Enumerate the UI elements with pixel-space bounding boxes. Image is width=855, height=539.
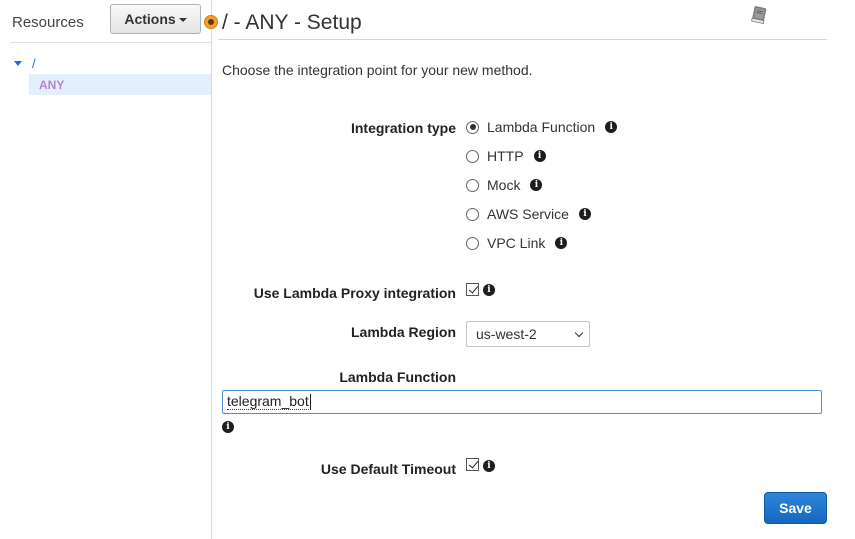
info-icon[interactable]: i (483, 460, 495, 472)
actions-dropdown-button[interactable]: Actions (110, 4, 201, 34)
radio-label: AWS Service (487, 206, 569, 222)
default-timeout-checkbox[interactable] (466, 458, 479, 471)
caret-down-icon (178, 18, 187, 22)
info-icon[interactable]: i (222, 421, 234, 433)
chevron-down-icon (574, 328, 584, 338)
save-button[interactable]: Save (764, 492, 827, 524)
info-icon[interactable]: i (555, 237, 568, 249)
info-icon[interactable]: i (533, 150, 546, 162)
lambda-proxy-label: Use Lambda Proxy integration (253, 285, 456, 301)
lambda-region-label: Lambda Region (350, 324, 456, 340)
lambda-function-label: Lambda Function (339, 369, 456, 385)
resource-root-label: / (32, 55, 36, 71)
resource-tree-root[interactable]: / (14, 54, 36, 72)
radio-button[interactable] (466, 207, 479, 221)
book-icon[interactable] (748, 4, 770, 26)
radio-button[interactable] (466, 149, 479, 163)
radio-mock[interactable]: Mock i (466, 176, 543, 194)
lambda-region-select[interactable]: us-west-2 (466, 321, 590, 347)
radio-button[interactable] (466, 178, 479, 192)
radio-lambda-function[interactable]: Lambda Function i (466, 118, 618, 136)
page-title: / - ANY - Setup (222, 11, 362, 34)
method-label: ANY (39, 77, 65, 92)
intro-text: Choose the integration point for your ne… (222, 62, 533, 78)
status-dot-icon (204, 15, 218, 29)
radio-button[interactable] (466, 120, 479, 134)
resources-sidebar: Resources Actions / ANY (0, 0, 212, 539)
radio-vpc-link[interactable]: VPC Link i (466, 234, 568, 252)
radio-http[interactable]: HTTP i (466, 147, 546, 165)
radio-label: Mock (487, 177, 521, 193)
integration-type-label: Integration type (350, 120, 456, 136)
actions-button-label: Actions (124, 11, 176, 27)
sidebar-title: Resources (12, 14, 84, 31)
info-icon[interactable]: i (530, 179, 543, 191)
info-icon[interactable]: i (578, 208, 591, 220)
text-cursor (309, 394, 311, 410)
default-timeout-label: Use Default Timeout (320, 461, 456, 477)
resource-method-any[interactable]: ANY (29, 74, 211, 95)
radio-aws-service[interactable]: AWS Service i (466, 205, 591, 223)
radio-label: Lambda Function (487, 119, 596, 135)
expand-triangle-icon[interactable] (14, 60, 22, 66)
title-divider (218, 39, 827, 40)
lambda-function-value: telegram_bot (227, 393, 309, 410)
sidebar-divider (10, 42, 211, 43)
region-selected-value: us-west-2 (476, 326, 537, 342)
info-icon[interactable]: i (605, 121, 618, 133)
radio-label: HTTP (487, 148, 524, 164)
radio-button[interactable] (466, 236, 479, 250)
radio-label: VPC Link (487, 235, 546, 251)
lambda-proxy-checkbox[interactable] (466, 283, 479, 296)
info-icon[interactable]: i (483, 284, 495, 296)
lambda-function-input[interactable]: telegram_bot (222, 390, 822, 414)
